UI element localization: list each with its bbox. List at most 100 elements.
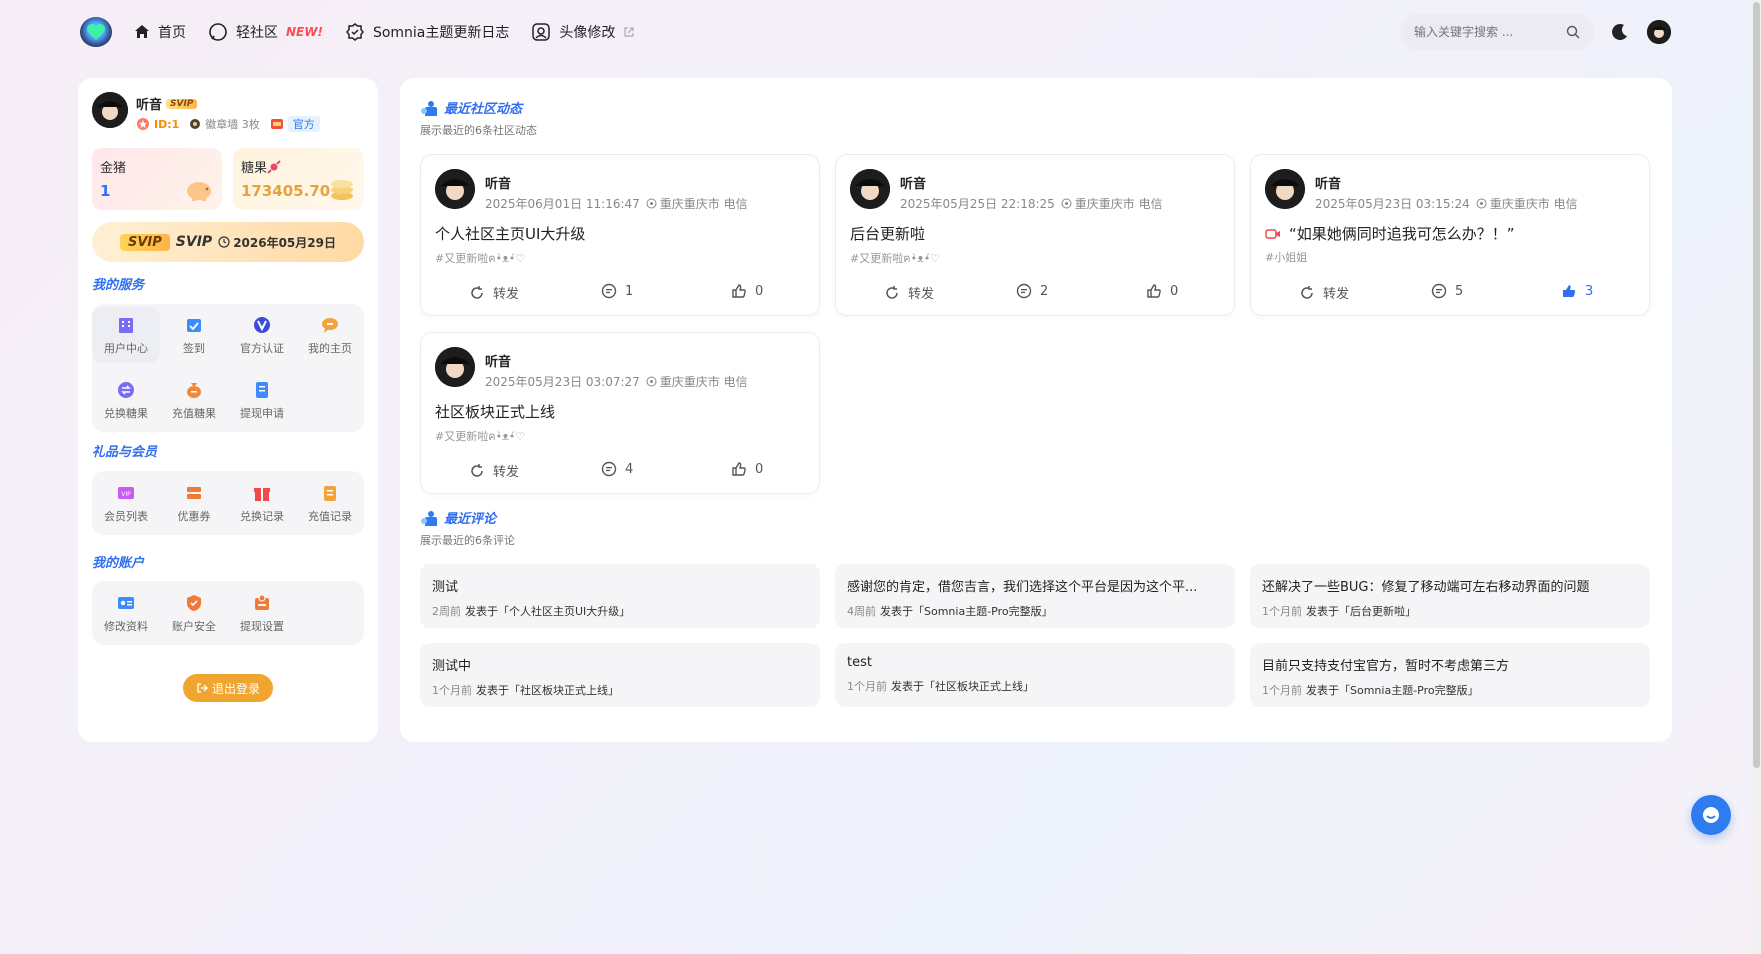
service-checkin[interactable]: 签到 xyxy=(160,307,228,363)
gift-vip-list[interactable]: VIP 会员列表 xyxy=(92,475,160,531)
like-button[interactable]: 0 xyxy=(731,283,763,299)
gift-recharge-records[interactable]: 充值记录 xyxy=(296,475,364,531)
page-scrollbar[interactable] xyxy=(1752,0,1761,954)
service-verify[interactable]: 官方认证 xyxy=(228,307,296,363)
like-count: 3 xyxy=(1585,283,1594,299)
thumbs-up-icon xyxy=(732,284,746,298)
search-icon[interactable] xyxy=(1566,25,1580,39)
post-tag[interactable]: #小姐姐 xyxy=(1265,249,1307,265)
gift-exchange-records[interactable]: 兑换记录 xyxy=(228,475,296,531)
comment-post-link[interactable]: 发表于「Somnia主题-Pro完整版」 xyxy=(880,605,1053,618)
account-grid: 修改资料 账户安全 提现设置 xyxy=(92,581,364,645)
comment-button[interactable]: 1 xyxy=(601,283,633,299)
post-title[interactable]: 后台更新啦 xyxy=(850,223,925,244)
nav-changelog[interactable]: Somnia主题更新日志 xyxy=(345,22,509,42)
post-author[interactable]: 听音 xyxy=(1315,173,1341,192)
service-label: 提现申请 xyxy=(240,406,284,420)
post-time: 2025年05月25日 22:18:25 xyxy=(900,197,1055,211)
gift-coupons[interactable]: 优惠券 xyxy=(160,475,228,531)
share-button[interactable]: 转发 xyxy=(469,283,519,302)
gold-pig-card[interactable]: 金猪 1 xyxy=(92,148,222,210)
new-badge: NEW! xyxy=(286,25,323,39)
service-label: 用户中心 xyxy=(104,341,148,355)
comment-button[interactable]: 4 xyxy=(601,461,633,477)
svip-membership-bar[interactable]: SVIP SVIP 2026年05月29日 xyxy=(92,222,364,262)
comment-post-link[interactable]: 发表于「Somnia主题-Pro完整版」 xyxy=(1306,684,1479,697)
comment-item[interactable]: 测试中 1个月前 发表于「社区板块正式上线」 xyxy=(420,643,820,707)
section-account-title: 我的账户 xyxy=(92,556,145,571)
post-author-avatar[interactable] xyxy=(435,169,475,209)
post-title[interactable]: 个人社区主页UI大升级 xyxy=(435,223,585,244)
dark-mode-icon[interactable] xyxy=(1610,22,1630,42)
post-tag[interactable]: #又更新啦ฅ•̀ᴥ•́♡ xyxy=(435,427,525,445)
chat-float-button[interactable] xyxy=(1691,795,1731,835)
share-button[interactable]: 转发 xyxy=(884,283,934,302)
post-title[interactable]: “如果她俩同时追我可怎么办？！” xyxy=(1265,223,1515,244)
post-title[interactable]: 社区板块正式上线 xyxy=(435,401,555,422)
service-homepage[interactable]: 我的主页 xyxy=(296,307,364,363)
comment-post-link[interactable]: 发表于「后台更新啦」 xyxy=(1306,605,1416,618)
service-recharge-candy[interactable]: 充值糖果 xyxy=(160,372,228,428)
gift-label: 会员列表 xyxy=(104,509,148,523)
comment-item[interactable]: 测试 2周前 发表于「个人社区主页UI大升级」 xyxy=(420,564,820,628)
search-box[interactable] xyxy=(1400,14,1594,50)
like-button[interactable]: 3 xyxy=(1561,283,1593,299)
post-author[interactable]: 听音 xyxy=(485,173,511,192)
service-label: 我的主页 xyxy=(308,341,352,355)
comment-item[interactable]: 感谢您的肯定，借您吉言，我们选择这个平台是因为这个平... 4周前 发表于「Som… xyxy=(835,564,1235,628)
comment-post-link[interactable]: 发表于「社区板块正式上线」 xyxy=(891,680,1034,693)
account-edit-profile[interactable]: 修改资料 xyxy=(92,585,160,641)
comment-button[interactable]: 2 xyxy=(1016,283,1048,299)
site-logo[interactable] xyxy=(80,17,112,47)
post-author-avatar[interactable] xyxy=(850,169,890,209)
scrollbar-thumb[interactable] xyxy=(1753,2,1760,768)
comment-icon xyxy=(1431,283,1447,299)
post-author[interactable]: 听音 xyxy=(900,173,926,192)
candy-card[interactable]: 糖果 173405.70 xyxy=(233,148,364,210)
post-author-avatar[interactable] xyxy=(1265,169,1305,209)
service-user-center[interactable]: 用户中心 xyxy=(92,307,160,363)
comment-count: 4 xyxy=(625,461,634,477)
badge-wall[interactable]: 徽章墙 3枚 xyxy=(205,116,260,132)
post-card[interactable]: 听音 2025年06月01日 11:16:47 重庆重庆市 电信 个人社区主页U… xyxy=(420,154,820,316)
coins-icon xyxy=(331,180,353,200)
user-avatar[interactable] xyxy=(1647,20,1671,44)
post-card[interactable]: 听音 2025年05月25日 22:18:25 重庆重庆市 电信 后台更新啦 #… xyxy=(835,154,1235,316)
like-button[interactable]: 0 xyxy=(1146,283,1178,299)
post-author-avatar[interactable] xyxy=(435,347,475,387)
account-security[interactable]: 账户安全 xyxy=(160,585,228,641)
share-button[interactable]: 转发 xyxy=(469,461,519,480)
comment-item[interactable]: test 1个月前 发表于「社区板块正式上线」 xyxy=(835,643,1235,707)
nav-changelog-label: Somnia主题更新日志 xyxy=(372,25,510,41)
search-input[interactable] xyxy=(1414,25,1564,39)
nav-home[interactable]: 首页 xyxy=(134,22,186,42)
service-withdraw[interactable]: 提现申请 xyxy=(228,372,296,428)
comment-item[interactable]: 目前只支持支付宝官方，暂时不考虑第三方 1个月前 发表于「Somnia主题-Pro… xyxy=(1250,643,1650,707)
comment-post-link[interactable]: 发表于「个人社区主页UI大升级」 xyxy=(465,605,630,618)
post-author[interactable]: 听音 xyxy=(485,351,511,370)
service-exchange-candy[interactable]: 兑换糖果 xyxy=(92,372,160,428)
post-tag[interactable]: #又更新啦ฅ•̀ᴥ•́♡ xyxy=(435,249,525,267)
comment-text: 感谢您的肯定，借您吉言，我们选择这个平台是因为这个平... xyxy=(847,580,1198,595)
post-card[interactable]: 听音 2025年05月23日 03:07:27 重庆重庆市 电信 社区板块正式上… xyxy=(420,332,820,494)
account-withdraw-settings[interactable]: 提现设置 xyxy=(228,585,296,641)
nav-avatar-edit[interactable]: 头像修改 xyxy=(531,22,643,42)
nav-community[interactable]: 轻社区 NEW! xyxy=(208,22,323,42)
user-id: ID:1 xyxy=(154,117,180,131)
badge-icon xyxy=(345,23,364,41)
video-icon xyxy=(1265,228,1280,239)
post-tag[interactable]: #又更新啦ฅ•̀ᴥ•́♡ xyxy=(850,249,940,267)
comment-meta: 2周前 发表于「个人社区主页UI大升级」 xyxy=(432,603,808,619)
like-button[interactable]: 0 xyxy=(731,461,763,477)
comment-post-link[interactable]: 发表于「社区板块正式上线」 xyxy=(476,684,619,697)
building-icon xyxy=(119,317,133,333)
svg-text:VIP: VIP xyxy=(121,491,131,498)
comment-count: 2 xyxy=(1040,283,1049,299)
like-count: 0 xyxy=(755,283,764,299)
comment-item[interactable]: 还解决了一些BUG：修复了移动端可左右移动界面的问题 1个月前 发表于「后台更新啦… xyxy=(1250,564,1650,628)
comment-button[interactable]: 5 xyxy=(1431,283,1463,299)
profile-avatar[interactable] xyxy=(92,92,128,128)
post-card[interactable]: 听音 2025年05月23日 03:15:24 重庆重庆市 电信 “如果她俩同时… xyxy=(1250,154,1650,316)
logout-button[interactable]: 退出登录 xyxy=(183,674,273,702)
share-button[interactable]: 转发 xyxy=(1299,283,1349,302)
